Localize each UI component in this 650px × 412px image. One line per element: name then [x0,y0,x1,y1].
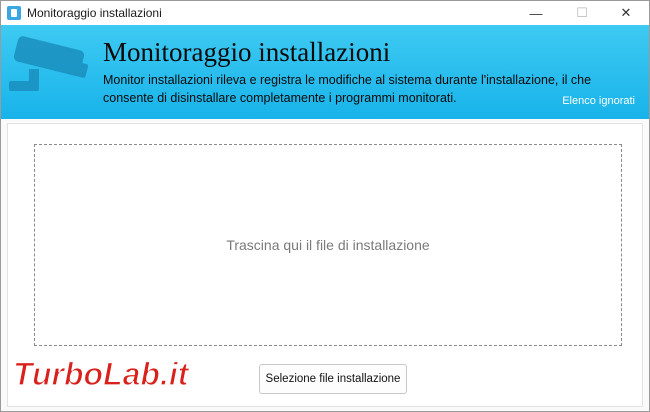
title-bar[interactable]: Monitoraggio installazioni — ☐ ✕ [1,1,649,25]
header-banner: Monitoraggio installazioni Monitor insta… [1,25,649,119]
app-window: Monitoraggio installazioni — ☐ ✕ Monitor… [0,0,650,412]
turbolab-watermark-logo: TurboLab.it [12,355,190,392]
watermark-text: TurboLab.it [13,356,190,392]
banner-description: Monitor installazioni rileva e registra … [103,73,592,105]
app-icon [7,6,21,20]
window-title: Monitoraggio installazioni [27,6,162,20]
drop-zone-text: Trascina qui il file di installazione [226,237,430,253]
ignored-list-link[interactable]: Elenco ignorati [562,95,635,107]
banner-title: Monitoraggio installazioni [103,37,391,67]
drop-zone[interactable]: Trascina qui il file di installazione [34,144,622,346]
select-installer-button[interactable]: Selezione file installazione [259,364,407,394]
security-camera-icon [9,36,89,91]
minimize-button[interactable]: — [513,1,559,25]
maximize-button[interactable]: ☐ [559,1,605,25]
close-button[interactable]: ✕ [603,1,649,25]
